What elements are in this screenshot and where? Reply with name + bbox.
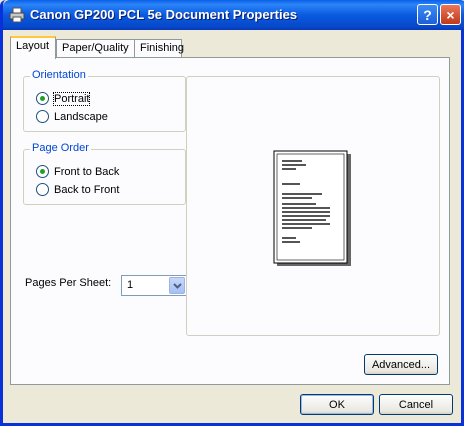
- close-button[interactable]: ×: [440, 4, 461, 25]
- front-to-back-label: Front to Back: [54, 165, 120, 178]
- chevron-down-icon[interactable]: [169, 277, 185, 294]
- page-order-group-title: Page Order: [30, 142, 91, 154]
- advanced-button[interactable]: Advanced...: [364, 354, 438, 375]
- back-to-front-radio[interactable]: Back to Front: [36, 183, 119, 196]
- orientation-group-title: Orientation: [30, 69, 88, 81]
- help-button[interactable]: ?: [417, 4, 438, 25]
- tab-paper-quality[interactable]: Paper/Quality: [56, 39, 136, 57]
- title-bar[interactable]: Canon GP200 PCL 5e Document Properties ?…: [3, 0, 464, 30]
- radio-unselected-icon: [36, 110, 49, 123]
- pages-per-sheet-label: Pages Per Sheet:: [25, 277, 112, 289]
- radio-selected-icon: [36, 92, 49, 105]
- portrait-radio[interactable]: Portrait: [36, 91, 91, 106]
- orientation-group: Orientation Portrait Landscape: [23, 69, 186, 132]
- radio-selected-icon: [36, 165, 49, 178]
- front-to-back-radio[interactable]: Front to Back: [36, 165, 119, 178]
- pages-per-sheet-select[interactable]: 1: [121, 275, 187, 296]
- ok-button[interactable]: OK: [300, 394, 374, 415]
- layout-preview: [186, 76, 440, 336]
- page-order-group: Page Order Front to Back Back to Front: [23, 142, 186, 205]
- landscape-radio[interactable]: Landscape: [36, 110, 108, 123]
- cancel-button[interactable]: Cancel: [379, 394, 453, 415]
- printer-icon: [9, 7, 25, 23]
- radio-unselected-icon: [36, 183, 49, 196]
- document-preview-icon: [273, 150, 351, 266]
- back-to-front-label: Back to Front: [54, 183, 120, 196]
- pages-per-sheet-value: 1: [127, 279, 134, 291]
- portrait-label: Portrait: [52, 91, 91, 106]
- landscape-label: Landscape: [54, 110, 108, 123]
- tab-finishing[interactable]: Finishing: [134, 39, 184, 57]
- window-title: Canon GP200 PCL 5e Document Properties: [30, 7, 298, 22]
- tab-layout[interactable]: Layout: [10, 36, 56, 59]
